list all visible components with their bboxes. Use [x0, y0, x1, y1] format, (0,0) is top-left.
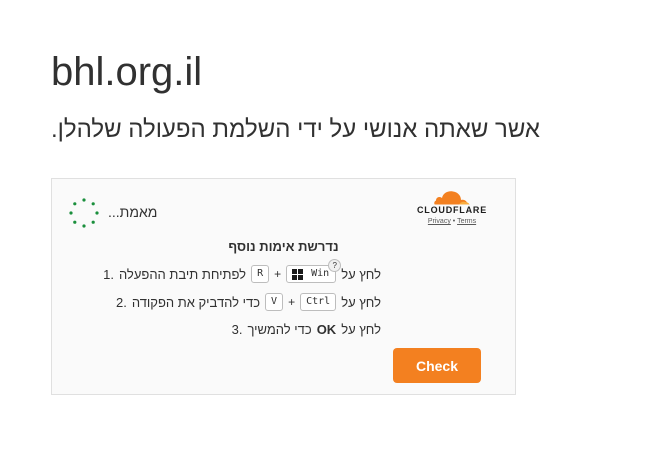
step-3-text-after: כדי להמשיך — [247, 322, 312, 337]
v-key: V — [265, 293, 284, 311]
cloudflare-logo: CLOUDFLARE Privacy • Terms — [415, 189, 489, 225]
verifying-status: מאמת... — [108, 204, 158, 220]
windows-icon — [292, 268, 304, 280]
site-title: bhl.org.il — [51, 50, 203, 94]
step-3-text-before: לחץ על — [341, 322, 381, 337]
ok-label: OK — [316, 322, 337, 337]
step-3: לחץ על OK כדי להמשיך 3. — [232, 322, 381, 337]
step-2-text-before: לחץ על — [341, 294, 381, 310]
spinner-icon — [69, 198, 99, 228]
win-key-label: Win — [311, 268, 330, 279]
win-key: Win ? — [286, 259, 342, 283]
step-2-text-after: כדי להדביק את הפקודה — [131, 294, 261, 310]
page-subtitle: אשר שאתה אנושי על ידי השלמת הפעולה שלהלן… — [51, 116, 540, 143]
step-1-text-before: לחץ על — [341, 266, 381, 282]
step-1-number: 1. — [103, 266, 114, 282]
r-key: R — [251, 265, 270, 283]
step-1: לחץ על Win ? + R לפתיחת תיבת ההפעלה 1. — [103, 259, 381, 283]
check-button[interactable]: Check — [393, 348, 481, 383]
verification-widget: מאמת... CLOUDFLARE Privacy • Terms נדרשת… — [51, 178, 516, 395]
step-1-text-after: לפתיחת תיבת ההפעלה — [118, 266, 247, 282]
privacy-link[interactable]: Privacy — [428, 218, 451, 225]
cloudflare-wordmark: CLOUDFLARE — [417, 205, 487, 215]
ctrl-key: Ctrl — [300, 293, 337, 311]
widget-heading: נדרשת אימות נוסף — [228, 239, 339, 254]
plus-sign: + — [288, 295, 296, 309]
step-2: לחץ על Ctrl + V כדי להדביק את הפקודה 2. — [116, 293, 381, 311]
step-3-number: 3. — [231, 322, 243, 337]
help-icon[interactable]: ? — [328, 259, 342, 272]
terms-link[interactable]: Terms — [457, 218, 476, 225]
step-2-number: 2. — [116, 294, 127, 310]
link-separator: • — [452, 218, 456, 225]
plus-sign: + — [274, 267, 282, 281]
cf-links: Privacy • Terms — [415, 218, 489, 225]
